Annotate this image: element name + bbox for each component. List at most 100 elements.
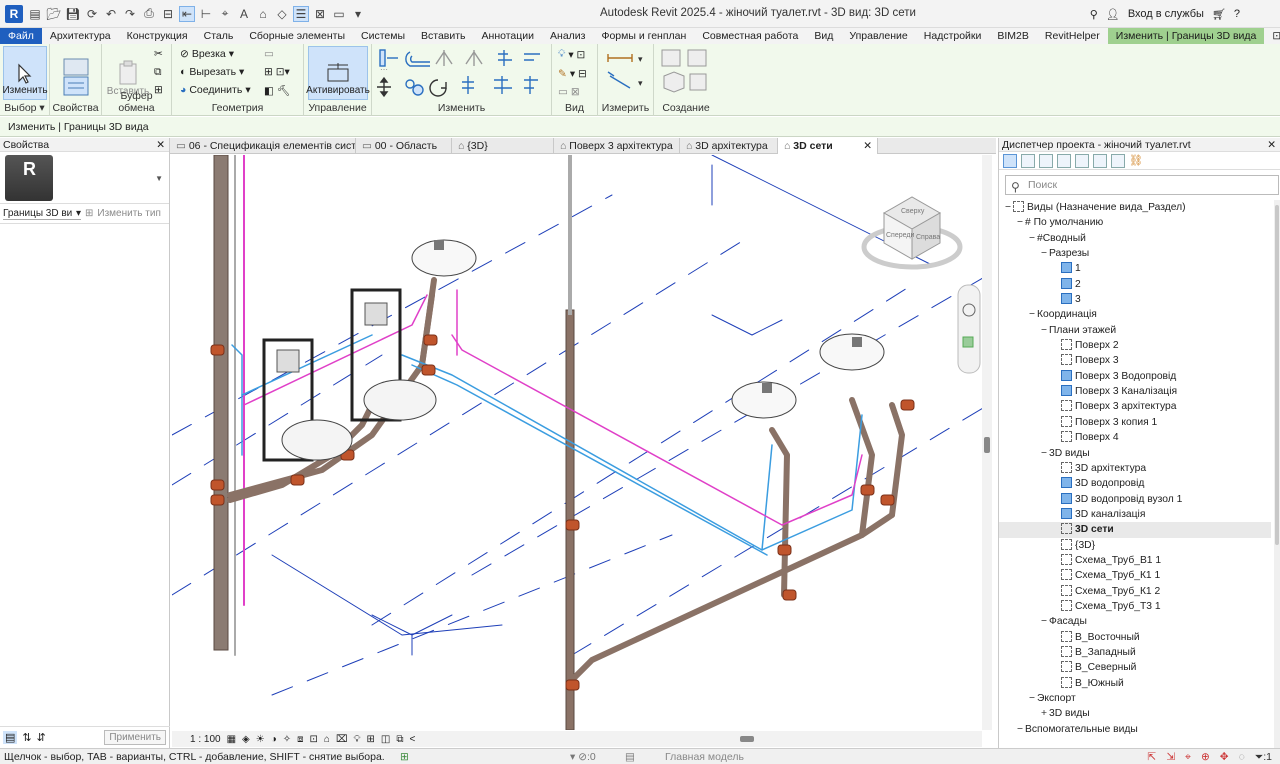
view-tab[interactable]: ⌂ 3D архітектура [680, 138, 778, 154]
view-tab[interactable]: ⌂ 3D сети ✕ [778, 138, 878, 154]
tree-item[interactable]: В_Восточный [999, 630, 1271, 645]
show-constraints-icon[interactable]: < [409, 734, 415, 745]
cope-button[interactable]: ⊘ Врезка ▾ [180, 48, 234, 60]
close-icon[interactable]: ✕ [1267, 138, 1276, 152]
menu-tab[interactable]: Управление [841, 28, 915, 44]
cart-icon[interactable]: 🛒︎ [1212, 8, 1226, 21]
cold-water-pipe[interactable] [761, 444, 773, 551]
pipe-fitting[interactable] [421, 364, 436, 376]
tree-toggle-icon[interactable]: − [1015, 722, 1025, 737]
close-icon[interactable]: ✕ [156, 138, 165, 152]
tree-item[interactable]: − Экспорт [999, 691, 1271, 706]
panel-toggle-icon[interactable]: ⊡▾ [1264, 28, 1280, 44]
tree-item[interactable]: В_Южный [999, 676, 1271, 691]
menu-tab[interactable]: Системы [353, 28, 413, 44]
redo-icon[interactable]: ↷ [122, 6, 138, 22]
drag-elements-icon[interactable]: ✥ [1220, 749, 1229, 764]
home-icon[interactable] [1003, 153, 1017, 168]
pipe-fitting[interactable] [290, 474, 305, 486]
menu-tab[interactable]: Сталь [196, 28, 242, 44]
tree-item[interactable]: Поверх 3 архітектура [999, 399, 1271, 414]
sewer-stack-pipe[interactable] [568, 155, 572, 315]
grid-line[interactable] [751, 319, 783, 336]
menu-tab[interactable]: Вставить [413, 28, 474, 44]
menu-tab[interactable]: BIM2B [989, 28, 1037, 44]
pipe-fitting[interactable] [860, 484, 875, 496]
tree-toggle-icon[interactable]: − [1003, 200, 1013, 215]
tree-item[interactable]: − Фасады [999, 614, 1271, 629]
override-icon[interactable]: ✎ ▾ ⊟ [558, 68, 587, 80]
pipe-fitting[interactable] [782, 589, 797, 601]
menu-tab[interactable]: Конструкция [119, 28, 196, 44]
type-selector[interactable]: R ▼ [0, 152, 169, 204]
tree-item[interactable]: 3D водопровід [999, 476, 1271, 491]
align-icon[interactable]: ⇤ [179, 5, 195, 22]
menu-tab[interactable]: RevitHelper [1037, 28, 1108, 44]
qat-dropdown-icon[interactable]: ▾ [350, 6, 366, 22]
menu-tab[interactable]: Надстройки [916, 28, 990, 44]
scroll-thumb[interactable] [740, 736, 754, 742]
viewcube-front-label[interactable]: Спереди [886, 232, 914, 239]
active-model[interactable]: Главная модель [665, 749, 744, 764]
temp-hide-icon[interactable]: ⌧ [336, 734, 348, 745]
tree-item[interactable]: 3D сети [999, 522, 1271, 538]
menu-tab[interactable]: Сборные элементы [241, 28, 353, 44]
select-by-face-icon[interactable]: ⊕ [1201, 749, 1210, 764]
tree-item[interactable]: 3D водопровід вузол 1 [999, 492, 1271, 507]
flush-plate[interactable] [364, 302, 388, 326]
schedule-icon[interactable] [1057, 153, 1071, 168]
tree-item[interactable]: В_Западный [999, 645, 1271, 660]
create-tools-icons[interactable] [658, 46, 714, 96]
wall-join-icon[interactable]: ◧ 🔨︎ [264, 84, 290, 97]
tree-item[interactable]: Поверх 2 [999, 338, 1271, 353]
grid-line[interactable] [271, 534, 673, 696]
measure-tools-icons[interactable]: ▾ ▾ [602, 48, 652, 96]
section-icon[interactable]: ◇ [274, 6, 290, 22]
browser-scrollbar[interactable] [1274, 200, 1280, 748]
sewer-stack-pipe[interactable] [213, 155, 229, 651]
copy-icon[interactable]: ⧉ [154, 66, 162, 79]
home-icon[interactable]: ⌂ [255, 6, 271, 22]
faucet[interactable] [762, 383, 772, 393]
help-icon[interactable]: ? [1234, 8, 1240, 20]
new-icon[interactable]: ▤ [27, 6, 43, 22]
select-pinned-icon[interactable]: ⌖ [1185, 749, 1191, 764]
zoom-icon[interactable] [962, 336, 974, 348]
hot-water-pipe[interactable] [451, 334, 863, 526]
tree-item[interactable]: В_Северный [999, 660, 1271, 675]
tree-item[interactable]: {3D} [999, 538, 1271, 553]
viewcube-top-label[interactable]: Сверху [901, 208, 925, 215]
grid-line[interactable] [172, 234, 753, 596]
menu-tab[interactable]: Аннотации [474, 28, 543, 44]
browser-search-input[interactable]: ⚲ Поиск [1005, 175, 1279, 195]
tree-toggle-icon[interactable]: − [1027, 691, 1037, 706]
pipe-fitting[interactable] [210, 479, 225, 491]
edit-type-button[interactable]: Изменить тип [97, 208, 160, 219]
grid-line[interactable] [711, 314, 753, 336]
view-tab[interactable]: ⌂ Поверх 3 архітектура [554, 138, 680, 154]
tree-item[interactable]: Схема_Труб_В1 1 [999, 553, 1271, 568]
lock-view-icon[interactable]: ⌂ [324, 734, 330, 745]
tree-toggle-icon[interactable]: − [1027, 231, 1037, 246]
crop-region-icon[interactable]: ⊡ [310, 734, 318, 745]
tree-item[interactable]: Схема_Труб_Т3 1 [999, 599, 1271, 614]
scroll-thumb[interactable] [1275, 205, 1279, 545]
faucet[interactable] [852, 337, 862, 347]
pipe-fitting[interactable] [565, 679, 580, 691]
split-face-icon[interactable]: ⊞ ⊡▾ [264, 66, 290, 78]
revit-logo-icon[interactable]: R [5, 4, 23, 23]
cold-water-pipe[interactable] [231, 344, 243, 456]
thin-lines-icon[interactable]: ☰ [293, 5, 309, 22]
reveal-hidden-icon[interactable]: 💡︎ [354, 734, 361, 745]
tree-item[interactable]: Схема_Труб_К1 1 [999, 568, 1271, 583]
tree-item[interactable]: − #Сводный [999, 231, 1271, 246]
chevron-down-icon[interactable]: ▼ [155, 174, 163, 183]
pipe-fitting[interactable] [210, 494, 225, 506]
tree-item[interactable]: − # По умолчанию [999, 215, 1271, 230]
tree-toggle-icon[interactable]: − [1039, 323, 1049, 338]
group-icon[interactable] [1111, 153, 1125, 168]
sort-za-icon[interactable]: ⇵ [37, 731, 46, 744]
modify-tools-icons[interactable]: ⋯ [374, 46, 550, 104]
sheet-icon[interactable] [1075, 153, 1089, 168]
sync-icon[interactable]: ⟳ [84, 6, 100, 22]
